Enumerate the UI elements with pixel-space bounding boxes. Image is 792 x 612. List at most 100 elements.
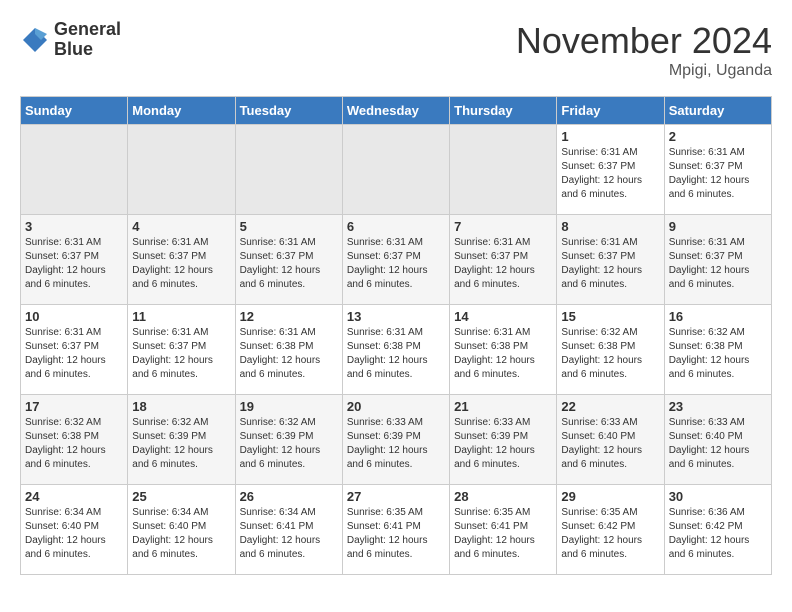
day-info: Sunrise: 6:36 AM Sunset: 6:42 PM Dayligh…: [669, 506, 767, 562]
calendar-cell: 30 Sunrise: 6:36 AM Sunset: 6:42 PM Dayli…: [664, 485, 771, 575]
day-header-thursday: Thursday: [450, 97, 557, 125]
calendar-cell: 13Sunrise: 6:31 AM Sunset: 6:38 PM Dayli…: [342, 305, 449, 395]
calendar-cell: 26 Sunrise: 6:34 AM Sunset: 6:41 PM Dayli…: [235, 485, 342, 575]
day-info: Sunrise: 6:34 AM Sunset: 6:40 PM Dayligh…: [25, 506, 123, 562]
calendar-cell: 19Sunrise: 6:32 AM Sunset: 6:39 PM Dayli…: [235, 395, 342, 485]
day-number: 26: [240, 489, 338, 504]
day-number: 22: [561, 399, 659, 414]
day-info: Sunrise: 6:31 AM Sunset: 6:37 PM Dayligh…: [669, 146, 767, 202]
day-info: Sunrise: 6:33 AM Sunset: 6:40 PM Dayligh…: [561, 416, 659, 472]
day-number: 20: [347, 399, 445, 414]
calendar-cell: 25 Sunrise: 6:34 AM Sunset: 6:40 PM Dayli…: [128, 485, 235, 575]
calendar-cell: [128, 125, 235, 215]
calendar-cell: 8 Sunrise: 6:31 AM Sunset: 6:37 PM Daylig…: [557, 215, 664, 305]
day-number: 17: [25, 399, 123, 414]
page-header: General Blue November 2024 Mpigi, Uganda: [20, 20, 772, 80]
day-info: Sunrise: 6:32 AM Sunset: 6:38 PM Dayligh…: [561, 326, 659, 382]
day-number: 3: [25, 219, 123, 234]
day-info: Sunrise: 6:33 AM Sunset: 6:40 PM Dayligh…: [669, 416, 767, 472]
day-number: 5: [240, 219, 338, 234]
day-info: Sunrise: 6:32 AM Sunset: 6:39 PM Dayligh…: [240, 416, 338, 472]
day-number: 14: [454, 309, 552, 324]
calendar-cell: 12 Sunrise: 6:31 AM Sunset: 6:38 PM Dayli…: [235, 305, 342, 395]
title-block: November 2024 Mpigi, Uganda: [516, 20, 772, 80]
day-info: Sunrise: 6:31 AM Sunset: 6:37 PM Dayligh…: [454, 236, 552, 292]
calendar-cell: 1 Sunrise: 6:31 AM Sunset: 6:37 PM Daylig…: [557, 125, 664, 215]
day-number: 2: [669, 129, 767, 144]
calendar-cell: 7 Sunrise: 6:31 AM Sunset: 6:37 PM Daylig…: [450, 215, 557, 305]
calendar-cell: [342, 125, 449, 215]
calendar-cell: 20 Sunrise: 6:33 AM Sunset: 6:39 PM Dayli…: [342, 395, 449, 485]
day-number: 4: [132, 219, 230, 234]
day-header-friday: Friday: [557, 97, 664, 125]
logo-text: General Blue: [54, 20, 121, 60]
calendar-cell: 4 Sunrise: 6:31 AM Sunset: 6:37 PM Daylig…: [128, 215, 235, 305]
calendar-cell: 24Sunrise: 6:34 AM Sunset: 6:40 PM Dayli…: [21, 485, 128, 575]
calendar-week-row: 3 Sunrise: 6:31 AM Sunset: 6:37 PM Daylig…: [21, 215, 772, 305]
day-info: Sunrise: 6:32 AM Sunset: 6:39 PM Dayligh…: [132, 416, 230, 472]
day-number: 29: [561, 489, 659, 504]
day-number: 9: [669, 219, 767, 234]
calendar-week-row: 1 Sunrise: 6:31 AM Sunset: 6:37 PM Daylig…: [21, 125, 772, 215]
calendar-cell: 21 Sunrise: 6:33 AM Sunset: 6:39 PM Dayli…: [450, 395, 557, 485]
day-info: Sunrise: 6:35 AM Sunset: 6:41 PM Dayligh…: [347, 506, 445, 562]
day-number: 23: [669, 399, 767, 414]
calendar-cell: 10 Sunrise: 6:31 AM Sunset: 6:37 PM Dayli…: [21, 305, 128, 395]
day-info: Sunrise: 6:31 AM Sunset: 6:37 PM Dayligh…: [561, 146, 659, 202]
calendar-cell: 6Sunrise: 6:31 AM Sunset: 6:37 PM Daylig…: [342, 215, 449, 305]
calendar-table: SundayMondayTuesdayWednesdayThursdayFrid…: [20, 96, 772, 575]
day-number: 7: [454, 219, 552, 234]
day-info: Sunrise: 6:31 AM Sunset: 6:37 PM Dayligh…: [25, 326, 123, 382]
day-info: Sunrise: 6:31 AM Sunset: 6:37 PM Dayligh…: [240, 236, 338, 292]
day-number: 1: [561, 129, 659, 144]
day-number: 11: [132, 309, 230, 324]
calendar-cell: 16 Sunrise: 6:32 AM Sunset: 6:38 PM Dayli…: [664, 305, 771, 395]
day-info: Sunrise: 6:31 AM Sunset: 6:37 PM Dayligh…: [347, 236, 445, 292]
day-header-saturday: Saturday: [664, 97, 771, 125]
calendar-cell: 18 Sunrise: 6:32 AM Sunset: 6:39 PM Dayli…: [128, 395, 235, 485]
day-number: 8: [561, 219, 659, 234]
logo: General Blue: [20, 20, 121, 60]
calendar-cell: 27 Sunrise: 6:35 AM Sunset: 6:41 PM Dayli…: [342, 485, 449, 575]
day-info: Sunrise: 6:31 AM Sunset: 6:37 PM Dayligh…: [669, 236, 767, 292]
day-info: Sunrise: 6:31 AM Sunset: 6:37 PM Dayligh…: [132, 236, 230, 292]
day-number: 27: [347, 489, 445, 504]
day-info: Sunrise: 6:34 AM Sunset: 6:40 PM Dayligh…: [132, 506, 230, 562]
day-number: 30: [669, 489, 767, 504]
day-info: Sunrise: 6:31 AM Sunset: 6:37 PM Dayligh…: [25, 236, 123, 292]
day-info: Sunrise: 6:33 AM Sunset: 6:39 PM Dayligh…: [454, 416, 552, 472]
day-info: Sunrise: 6:35 AM Sunset: 6:42 PM Dayligh…: [561, 506, 659, 562]
day-info: Sunrise: 6:31 AM Sunset: 6:37 PM Dayligh…: [561, 236, 659, 292]
calendar-cell: 3 Sunrise: 6:31 AM Sunset: 6:37 PM Daylig…: [21, 215, 128, 305]
day-info: Sunrise: 6:32 AM Sunset: 6:38 PM Dayligh…: [669, 326, 767, 382]
calendar-cell: [450, 125, 557, 215]
day-info: Sunrise: 6:31 AM Sunset: 6:38 PM Dayligh…: [347, 326, 445, 382]
day-info: Sunrise: 6:35 AM Sunset: 6:41 PM Dayligh…: [454, 506, 552, 562]
month-title: November 2024: [516, 20, 772, 62]
day-number: 21: [454, 399, 552, 414]
calendar-cell: 23 Sunrise: 6:33 AM Sunset: 6:40 PM Dayli…: [664, 395, 771, 485]
calendar-cell: 15 Sunrise: 6:32 AM Sunset: 6:38 PM Dayli…: [557, 305, 664, 395]
day-header-sunday: Sunday: [21, 97, 128, 125]
day-number: 15: [561, 309, 659, 324]
calendar-week-row: 24Sunrise: 6:34 AM Sunset: 6:40 PM Dayli…: [21, 485, 772, 575]
day-info: Sunrise: 6:33 AM Sunset: 6:39 PM Dayligh…: [347, 416, 445, 472]
calendar-cell: 11Sunrise: 6:31 AM Sunset: 6:37 PM Dayli…: [128, 305, 235, 395]
day-number: 16: [669, 309, 767, 324]
calendar-cell: 2 Sunrise: 6:31 AM Sunset: 6:37 PM Daylig…: [664, 125, 771, 215]
calendar-cell: 28Sunrise: 6:35 AM Sunset: 6:41 PM Dayli…: [450, 485, 557, 575]
day-info: Sunrise: 6:34 AM Sunset: 6:41 PM Dayligh…: [240, 506, 338, 562]
calendar-cell: 17 Sunrise: 6:32 AM Sunset: 6:38 PM Dayli…: [21, 395, 128, 485]
day-number: 10: [25, 309, 123, 324]
calendar-cell: 29 Sunrise: 6:35 AM Sunset: 6:42 PM Dayli…: [557, 485, 664, 575]
day-header-wednesday: Wednesday: [342, 97, 449, 125]
day-number: 25: [132, 489, 230, 504]
calendar-week-row: 17 Sunrise: 6:32 AM Sunset: 6:38 PM Dayli…: [21, 395, 772, 485]
day-number: 12: [240, 309, 338, 324]
day-info: Sunrise: 6:32 AM Sunset: 6:38 PM Dayligh…: [25, 416, 123, 472]
day-number: 18: [132, 399, 230, 414]
day-info: Sunrise: 6:31 AM Sunset: 6:38 PM Dayligh…: [240, 326, 338, 382]
day-header-tuesday: Tuesday: [235, 97, 342, 125]
calendar-week-row: 10 Sunrise: 6:31 AM Sunset: 6:37 PM Dayli…: [21, 305, 772, 395]
calendar-cell: 5 Sunrise: 6:31 AM Sunset: 6:37 PM Daylig…: [235, 215, 342, 305]
